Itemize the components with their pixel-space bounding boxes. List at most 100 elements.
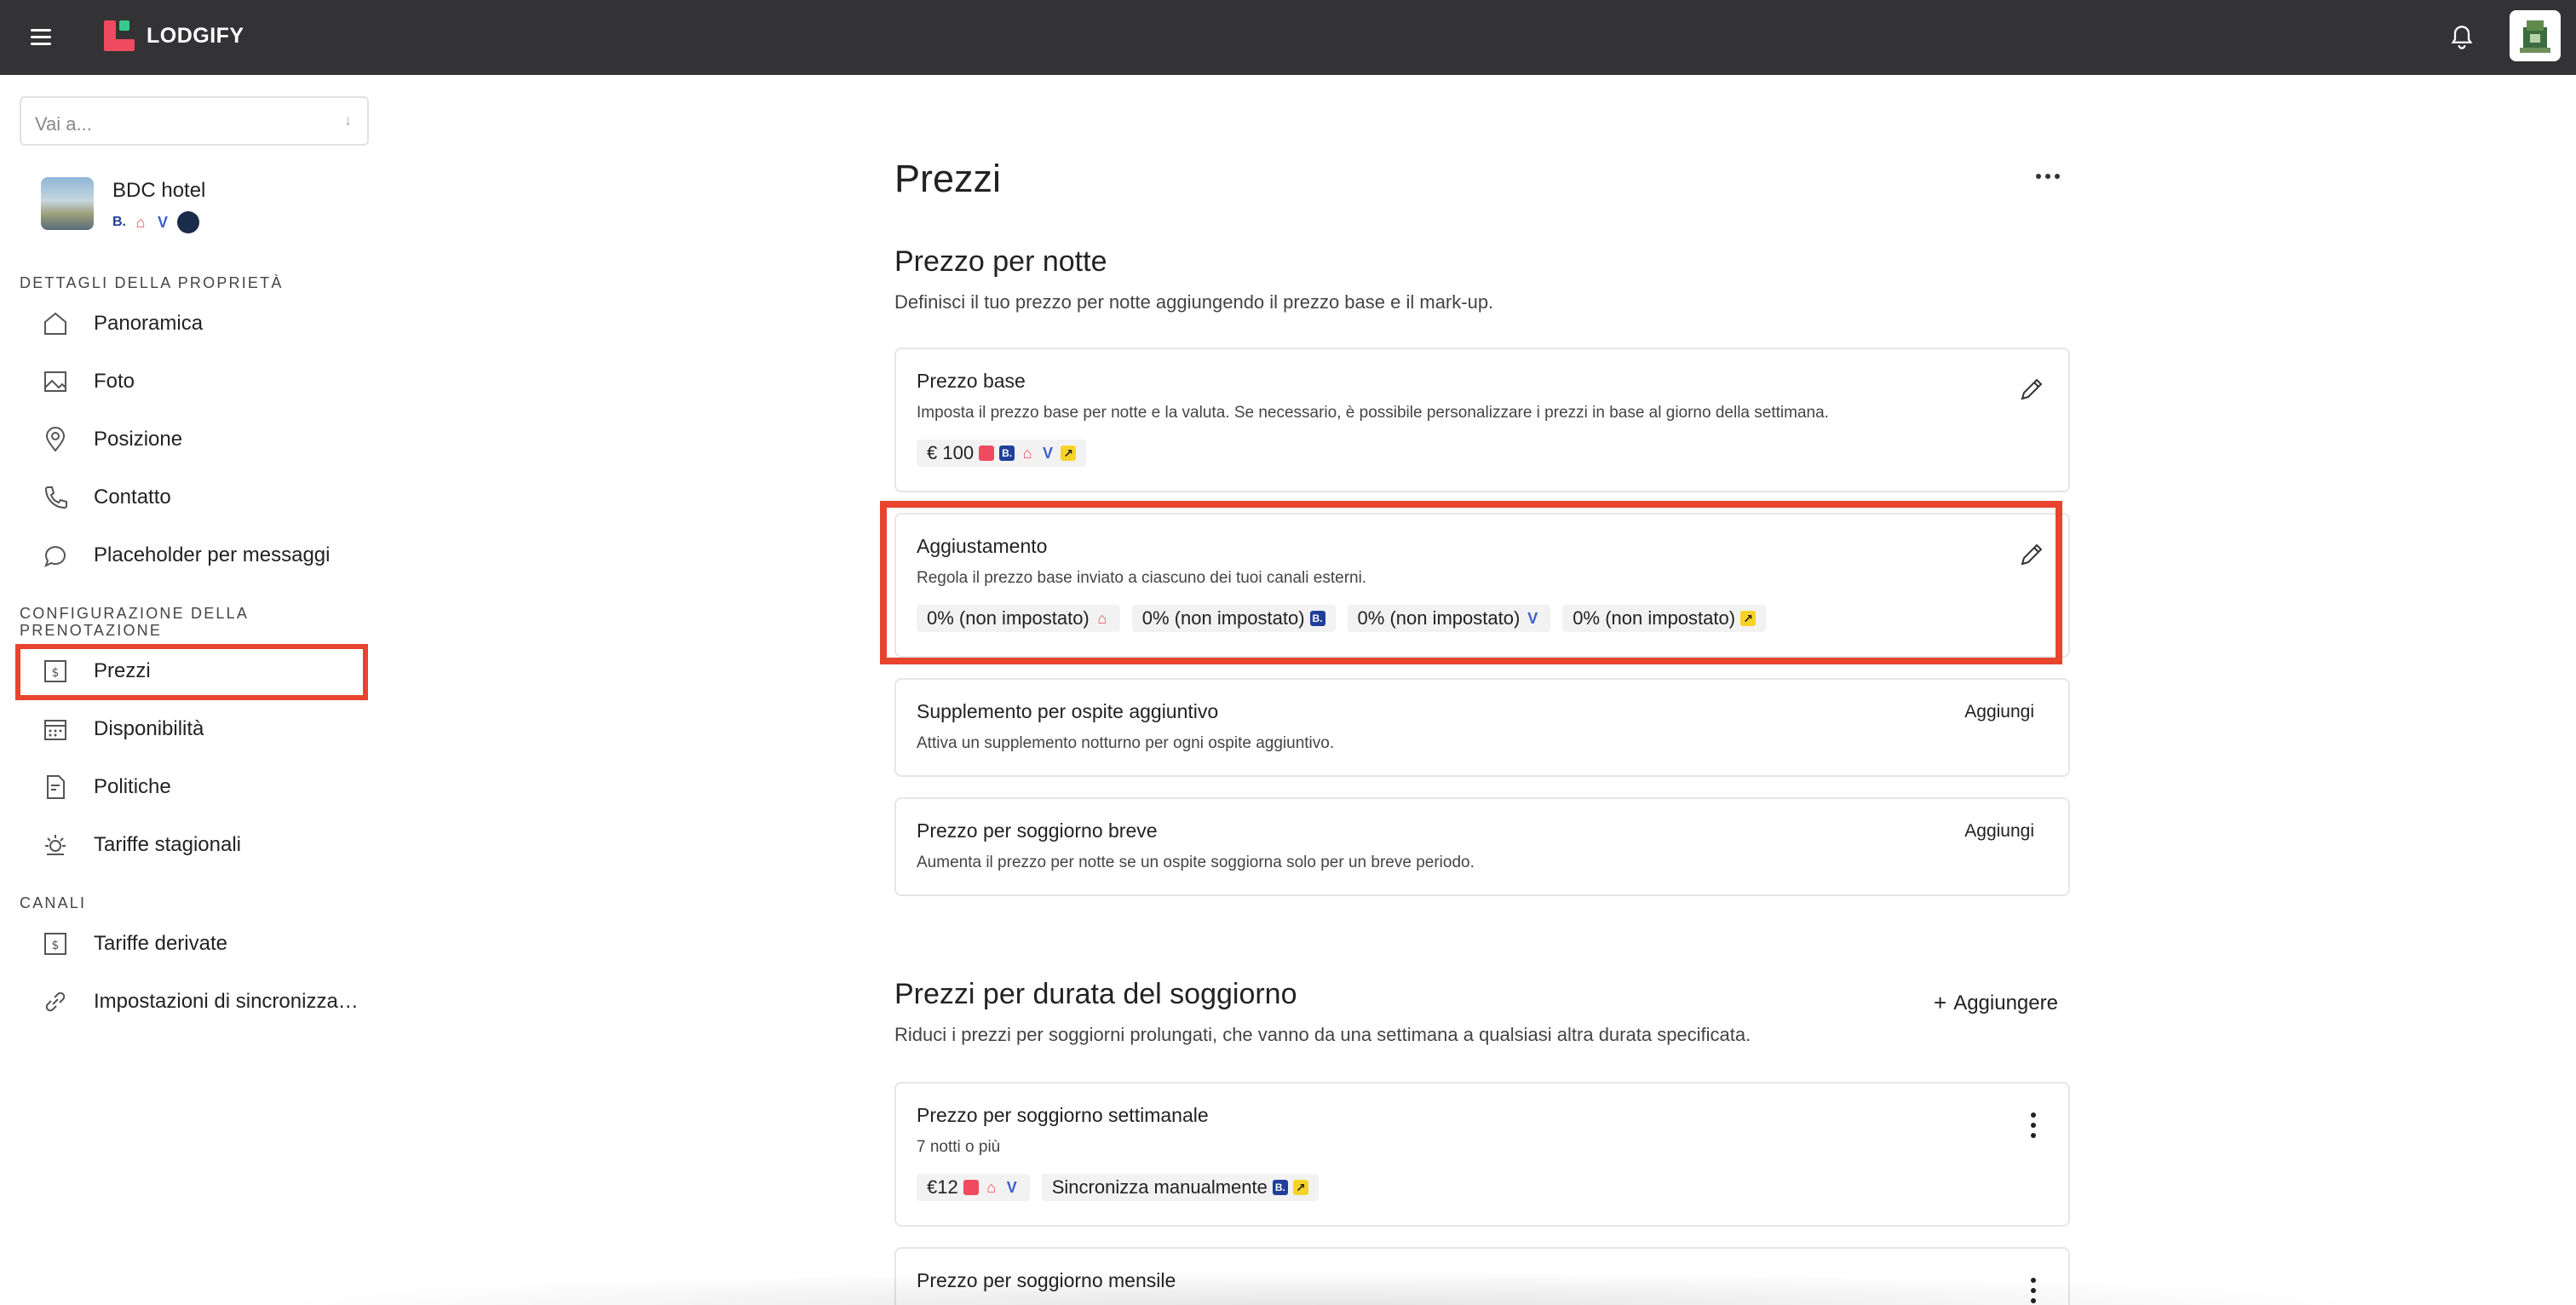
goto-placeholder: Vai a... [35,113,92,135]
extra-guest-card: Supplemento per ospite aggiuntivo Attiva… [894,678,2070,777]
property-channels: B. ⌂ V [112,211,205,233]
adjustment-chip-airbnb: 0% (non impostato) ⌂ [917,605,1120,632]
sidebar-item-photos[interactable]: Foto [41,363,135,400]
weekly-price-chips: €12 ⌂ V Sincronizza manualmente B. ↗ [917,1174,1319,1201]
page-title: Prezzi [894,157,1002,200]
sidebar-item-availability[interactable]: Disponibilità [41,710,204,748]
add-short-stay-button[interactable]: Aggiungi [1964,821,2034,842]
bell-icon[interactable] [2450,24,2474,51]
airbnb-icon: ⌂ [986,1179,997,1196]
sidebar-item-label: Contatto [94,486,171,509]
card-text: Regola il prezzo base inviato a ciascuno… [917,569,1367,587]
booking-icon: B. [112,215,126,229]
vrbo-icon: V [1006,1179,1017,1196]
goto-search-input[interactable]: Vai a... ↓ [20,96,369,146]
svg-text:$: $ [52,666,60,680]
airbnb-icon: ⌂ [1022,445,1032,462]
expedia-icon [177,211,199,233]
location-pin-icon [45,427,66,452]
kebab-menu-icon[interactable] [2029,1278,2038,1303]
image-icon [44,371,66,392]
base-price-card: Prezzo base Imposta il prezzo base per n… [894,348,2070,492]
add-extra-guest-button[interactable]: Aggiungi [1964,702,2034,722]
expedia-icon: ↗ [1740,611,1757,626]
edit-pencil-icon[interactable] [2017,375,2046,404]
sidebar-item-label: Tariffe derivate [94,932,227,955]
user-avatar[interactable] [2510,10,2561,61]
plus-icon: + [1934,990,1947,1015]
card-title: Prezzo per soggiorno mensile [917,1269,1176,1291]
sidebar-item-label: Posizione [94,428,183,451]
sidebar-item-label: Placeholder per messaggi [94,543,331,566]
card-title: Prezzo base [917,370,1026,392]
weekly-price-card: Prezzo per soggiorno settimanale 7 notti… [894,1082,2070,1227]
price-tag-icon: $ [44,660,66,682]
chip-label: 0% (non impostato) [1357,607,1521,629]
chat-icon [44,546,66,567]
airbnb-icon: ⌂ [1097,610,1107,627]
sidebar: Vai a... ↓ BDC hotel B. ⌂ V DETTAGLI DEL… [0,75,383,1305]
menu-icon[interactable] [31,29,51,46]
kebab-menu-icon[interactable] [2029,1112,2038,1138]
phone-icon [44,486,67,509]
adjustment-chip-expedia: 0% (non impostato) ↗ [1562,605,1767,632]
lodgify-logo-icon [104,20,135,51]
expedia-icon: ↗ [1061,446,1077,461]
duration-price-heading: Prezzi per durata del soggiorno [894,978,1297,1010]
nightly-price-description: Definisci il tuo prezzo per notte aggiun… [894,291,1494,313]
section-title-channels: CANALI [20,894,87,911]
arrow-down-icon: ↓ [344,112,352,129]
chip-label: 0% (non impostato) [1141,607,1305,629]
sidebar-item-policies[interactable]: Politiche [41,768,171,806]
property-thumbnail [41,177,94,230]
base-price-chips: € 100 B. ⌂ V ↗ [917,440,1087,467]
edit-pencil-icon[interactable] [2017,540,2046,569]
app-logo[interactable]: LODGIFY [104,20,244,51]
more-options-icon[interactable] [2036,174,2061,186]
top-bar: LODGIFY [0,0,2576,75]
avatar-image-icon [2510,10,2561,61]
card-title: Aggiustamento [917,535,1048,557]
lodgify-icon [963,1180,979,1195]
home-icon [44,312,66,335]
sidebar-item-prices[interactable]: $ Prezzi [41,652,151,690]
vrbo-icon: V [157,214,168,231]
property-name: BDC hotel [112,179,206,202]
chip-label: €12 [927,1176,958,1198]
add-duration-price-button[interactable]: + Aggiungere [1934,990,2058,1016]
card-text: Imposta il prezzo base per notte e la va… [917,404,1829,422]
nightly-price-heading: Prezzo per notte [894,245,1107,278]
adjustment-chip-vrbo: 0% (non impostato) V [1347,605,1551,632]
sidebar-item-location[interactable]: Posizione [41,421,182,458]
short-stay-card: Prezzo per soggiorno breve Aumenta il pr… [894,797,2070,896]
sidebar-item-derived-rates[interactable]: $ Tariffe derivate [41,925,227,963]
weekly-price-chip: €12 ⌂ V [917,1174,1030,1201]
chip-label: € 100 [927,442,975,463]
vrbo-icon: V [1043,445,1054,462]
card-text: Attiva un supplemento notturno per ogni … [917,734,1335,752]
sidebar-item-label: Foto [94,370,135,393]
sidebar-item-overview[interactable]: Panoramica [41,305,203,342]
adjustment-chips: 0% (non impostato) ⌂ 0% (non impostato) … [917,605,1767,632]
chip-label: 0% (non impostato) [927,607,1090,629]
price-tag-icon: $ [44,933,66,955]
adjustment-chip-booking: 0% (non impostato) B. [1131,605,1336,632]
sidebar-item-label: Prezzi [94,659,151,682]
sidebar-item-seasonal-rates[interactable]: Tariffe stagionali [41,826,241,864]
card-subtitle: 7 notti o più [917,1138,1001,1156]
booking-icon: B. [1309,611,1325,626]
policy-doc-icon [47,775,65,799]
section-title-property-details: DETTAGLI DELLA PROPRIETÀ [20,274,284,291]
sidebar-item-message-placeholders[interactable]: Placeholder per messaggi [41,537,331,574]
card-title: Prezzo per soggiorno settimanale [917,1104,1209,1126]
sidebar-item-sync-settings[interactable]: Impostazioni di sincronizza… [41,983,359,1020]
sidebar-item-label: Panoramica [94,312,204,335]
sidebar-item-contact[interactable]: Contatto [41,479,171,516]
adjustment-card: Aggiustamento Regola il prezzo base invi… [894,513,2070,658]
airbnb-icon: ⌂ [135,214,146,231]
expedia-icon: ↗ [1292,1180,1308,1195]
calendar-icon [44,720,66,740]
property-selector[interactable]: BDC hotel B. ⌂ V [41,177,205,233]
lodgify-icon [979,446,995,461]
app-name: LODGIFY [147,23,244,48]
